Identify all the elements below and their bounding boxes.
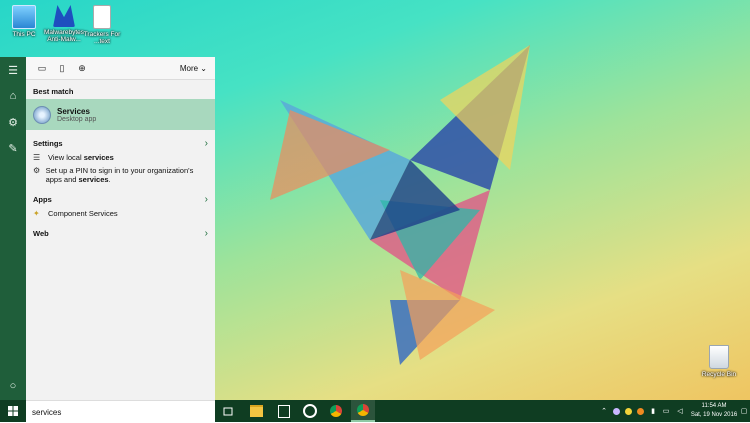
desktop-icon-label: This PC bbox=[12, 31, 36, 38]
recycle-bin-label: Recycle Bin bbox=[701, 371, 737, 378]
folder-icon bbox=[249, 405, 263, 417]
gear-icon[interactable]: ⚙ bbox=[0, 109, 26, 135]
action-center-icon[interactable]: ▢ bbox=[738, 400, 750, 422]
desktop-icon-recycle-bin[interactable]: Recycle Bin bbox=[700, 345, 738, 378]
text-document-icon bbox=[93, 5, 111, 29]
chrome-icon bbox=[330, 405, 342, 417]
taskbar-chrome-2[interactable] bbox=[351, 400, 375, 422]
taskbar-app-circle[interactable] bbox=[298, 400, 322, 422]
task-view-button[interactable] bbox=[216, 400, 240, 422]
feedback-icon[interactable]: ✎ bbox=[0, 135, 26, 161]
recycle-bin-icon bbox=[709, 345, 729, 369]
services-gear-icon bbox=[33, 105, 51, 124]
settings-result-view-local-services[interactable]: ☰ View local services bbox=[26, 151, 215, 164]
best-match-services-item[interactable]: Services Desktop app bbox=[26, 99, 215, 130]
component-services-icon: ✦ bbox=[33, 209, 40, 218]
web-heading-label: Web bbox=[33, 229, 49, 238]
app-result-component-services[interactable]: ✦ Component Services bbox=[26, 207, 215, 220]
result-text: Component bbox=[48, 209, 89, 218]
taskbar-file-explorer[interactable] bbox=[244, 400, 268, 422]
chevron-down-icon: ⌄ bbox=[200, 63, 207, 73]
result-text: Set up a PIN to sign in to your organiza… bbox=[45, 166, 194, 184]
taskbar-store[interactable] bbox=[272, 400, 296, 422]
start-button[interactable] bbox=[0, 400, 26, 422]
apps-section-heading[interactable]: Apps › bbox=[26, 192, 215, 207]
list-icon: ☰ bbox=[33, 153, 41, 162]
result-suffix: . bbox=[108, 175, 111, 184]
best-match-subtitle: Desktop app bbox=[57, 115, 97, 123]
result-text: View local bbox=[48, 153, 84, 162]
chrome-icon bbox=[357, 404, 369, 416]
settings-section-heading[interactable]: Settings › bbox=[26, 136, 215, 151]
desktop-icon-text-file[interactable]: Trackers For ...text bbox=[80, 5, 124, 45]
web-filter-icon[interactable]: ⊕ bbox=[72, 63, 92, 74]
desktop-icon-label: Trackers For ...text bbox=[83, 31, 121, 45]
gear-icon: ⚙ bbox=[33, 166, 41, 175]
tray-app-icon[interactable] bbox=[610, 400, 622, 422]
tray-show-hidden-icons[interactable]: ⌃ bbox=[598, 400, 610, 422]
result-bold-term: services bbox=[83, 153, 114, 162]
cortana-search-box[interactable] bbox=[26, 400, 215, 423]
chevron-right-icon[interactable]: › bbox=[205, 194, 208, 205]
settings-heading-label: Settings bbox=[33, 139, 63, 148]
settings-result-setup-pin[interactable]: ⚙ Set up a PIN to sign in to your organi… bbox=[26, 164, 215, 186]
documents-filter-icon[interactable]: ▯ bbox=[52, 63, 72, 74]
clock-time: 11:54 AM bbox=[701, 403, 727, 409]
result-bold-term: services bbox=[78, 175, 109, 184]
volume-icon[interactable]: ◁ bbox=[674, 400, 686, 422]
desktop-icon-this-pc[interactable]: This PC bbox=[2, 5, 46, 38]
start-menu-rail: ☰ ⌂ ⚙ ✎ ○ bbox=[0, 57, 26, 400]
home-icon[interactable]: ⌂ bbox=[0, 83, 26, 109]
windows-logo-icon bbox=[8, 406, 18, 416]
task-view-icon bbox=[223, 407, 233, 415]
chevron-right-icon[interactable]: › bbox=[205, 138, 208, 149]
more-filters-button[interactable]: More ⌄ bbox=[180, 64, 207, 73]
cortana-circle-icon[interactable]: ○ bbox=[0, 373, 26, 399]
search-input[interactable] bbox=[26, 406, 204, 418]
tray-app-icon[interactable] bbox=[622, 400, 634, 422]
chevron-right-icon[interactable]: › bbox=[205, 228, 208, 239]
taskbar-chrome-1[interactable] bbox=[324, 400, 348, 422]
malwarebytes-icon bbox=[53, 5, 75, 27]
best-match-heading: Best match bbox=[26, 84, 215, 99]
web-section-heading[interactable]: Web › bbox=[26, 226, 215, 241]
tray-app-icon[interactable] bbox=[634, 400, 646, 422]
abstract-polygon-artwork bbox=[270, 45, 530, 365]
result-term: Services bbox=[88, 209, 118, 218]
search-filter-bar: ▭ ▯ ⊕ More ⌄ bbox=[26, 57, 215, 80]
apps-filter-icon[interactable]: ▭ bbox=[32, 63, 52, 74]
network-icon[interactable]: ▭ bbox=[660, 400, 672, 422]
store-bag-icon bbox=[278, 404, 290, 418]
hamburger-menu-icon[interactable]: ☰ bbox=[0, 57, 26, 83]
best-match-heading-label: Best match bbox=[33, 87, 74, 96]
circle-app-icon bbox=[303, 404, 317, 418]
best-match-title: Services bbox=[57, 106, 90, 116]
clock-date: Sat, 19 Nov 2016 bbox=[690, 412, 738, 418]
more-label: More bbox=[179, 63, 199, 73]
battery-icon[interactable]: ▮ bbox=[648, 400, 658, 422]
system-clock[interactable]: 11:54 AM Sat, 19 Nov 2016 bbox=[688, 402, 740, 420]
monitor-icon bbox=[12, 5, 36, 29]
apps-heading-label: Apps bbox=[33, 195, 52, 204]
search-results-panel: ▭ ▯ ⊕ More ⌄ Best match Services Desktop… bbox=[26, 57, 215, 400]
